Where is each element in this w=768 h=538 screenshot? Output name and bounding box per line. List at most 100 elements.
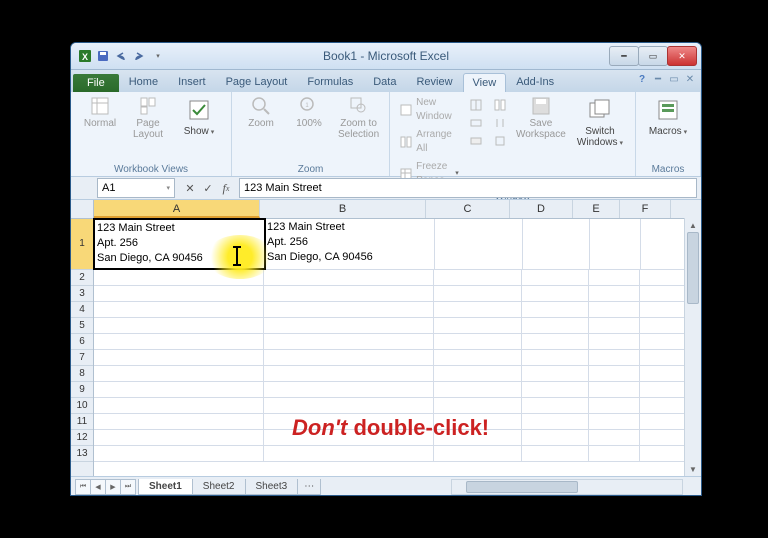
cell-e1[interactable] xyxy=(590,219,641,269)
tab-nav-prev-button[interactable]: ◀ xyxy=(90,479,106,495)
new-sheet-button[interactable]: ⋯ xyxy=(297,479,321,495)
tab-data[interactable]: Data xyxy=(363,72,406,92)
page-layout-button[interactable]: Page Layout xyxy=(125,94,171,142)
sync-scroll-button[interactable] xyxy=(489,114,511,132)
save-workspace-button[interactable]: Save Workspace xyxy=(513,94,569,142)
insert-function-button[interactable]: fx xyxy=(217,179,235,197)
maximize-button[interactable]: ▭ xyxy=(638,46,668,66)
svg-text:1: 1 xyxy=(305,103,309,109)
switch-windows-button[interactable]: Switch Windows xyxy=(571,94,629,151)
cell-a1[interactable]: 123 Main Street Apt. 256 San Diego, CA 9… xyxy=(93,218,266,270)
show-icon xyxy=(185,96,213,124)
name-box[interactable]: A1 xyxy=(97,178,175,198)
sheet-tab-1[interactable]: Sheet1 xyxy=(138,479,193,495)
col-header-e[interactable]: E xyxy=(573,200,620,218)
col-header-a[interactable]: A xyxy=(94,200,260,218)
group-macros: Macros Macros xyxy=(636,92,701,176)
row-header-11[interactable]: 11 xyxy=(71,414,93,430)
reset-position-button[interactable] xyxy=(489,132,511,150)
unhide-button[interactable] xyxy=(465,132,487,150)
row-header-6[interactable]: 6 xyxy=(71,334,93,350)
normal-view-button[interactable]: Normal xyxy=(77,94,123,131)
macros-icon xyxy=(654,96,682,124)
unhide-icon xyxy=(469,134,483,148)
zoom-button[interactable]: Zoom xyxy=(238,94,284,131)
tab-review[interactable]: Review xyxy=(406,72,462,92)
redo-icon[interactable] xyxy=(131,48,147,64)
group-label-views: Workbook Views xyxy=(77,163,225,176)
mdi-minimize-button[interactable]: ━ xyxy=(651,72,665,86)
split-button[interactable] xyxy=(465,96,487,114)
horizontal-scroll-thumb[interactable] xyxy=(466,481,578,493)
scroll-up-icon[interactable]: ▲ xyxy=(685,218,701,232)
row-header-12[interactable]: 12 xyxy=(71,430,93,446)
show-button[interactable]: Show xyxy=(173,94,225,140)
zoom-100-icon: 1 xyxy=(299,96,319,116)
cancel-edit-button[interactable]: ✕ xyxy=(181,179,199,197)
formula-input[interactable]: 123 Main Street xyxy=(239,178,697,198)
zoom-100-button[interactable]: 1100% xyxy=(286,94,332,131)
new-window-button[interactable]: New Window xyxy=(396,94,463,126)
row-header-5[interactable]: 5 xyxy=(71,318,93,334)
tab-home[interactable]: Home xyxy=(119,72,168,92)
tab-page-layout[interactable]: Page Layout xyxy=(216,72,298,92)
col-header-b[interactable]: B xyxy=(260,200,426,218)
group-zoom: Zoom 1100% Zoom to Selection Zoom xyxy=(232,92,390,176)
tab-nav-first-button[interactable]: ⏮ xyxy=(75,479,91,495)
hide-button[interactable] xyxy=(465,114,487,132)
close-button[interactable]: ✕ xyxy=(667,46,697,66)
scroll-down-icon[interactable]: ▼ xyxy=(685,462,701,476)
row-header-1[interactable]: 1 xyxy=(71,219,93,270)
tab-view[interactable]: View xyxy=(463,73,507,92)
side-by-side-button[interactable] xyxy=(489,96,511,114)
cells-grid[interactable]: 123 Main Street Apt. 256 San Diego, CA 9… xyxy=(94,219,701,476)
col-header-f[interactable]: F xyxy=(620,200,671,218)
tab-nav-next-button[interactable]: ▶ xyxy=(105,479,121,495)
col-header-d[interactable]: D xyxy=(510,200,573,218)
row-header-8[interactable]: 8 xyxy=(71,366,93,382)
zoom-selection-icon xyxy=(349,96,369,116)
tab-nav-last-button[interactable]: ⏭ xyxy=(120,479,136,495)
save-icon[interactable] xyxy=(95,48,111,64)
horizontal-scrollbar[interactable] xyxy=(451,479,683,495)
undo-icon[interactable] xyxy=(113,48,129,64)
tab-formulas[interactable]: Formulas xyxy=(297,72,363,92)
sheet-tab-2[interactable]: Sheet2 xyxy=(192,479,246,495)
mdi-close-button[interactable]: ✕ xyxy=(683,72,697,86)
excel-icon: X xyxy=(77,48,93,64)
row-header-7[interactable]: 7 xyxy=(71,350,93,366)
sheet-tabs-bar: ⏮ ◀ ▶ ⏭ Sheet1 Sheet2 Sheet3 ⋯ xyxy=(71,476,701,496)
row-header-2[interactable]: 2 xyxy=(71,270,93,286)
minimize-button[interactable]: ━ xyxy=(609,46,639,66)
cell-c1[interactable] xyxy=(435,219,523,269)
zoom-icon xyxy=(251,96,271,116)
tab-addins[interactable]: Add-Ins xyxy=(506,72,564,92)
mdi-restore-button[interactable]: ▭ xyxy=(667,72,681,86)
row-header-3[interactable]: 3 xyxy=(71,286,93,302)
cell-d1[interactable] xyxy=(523,219,590,269)
tab-file[interactable]: File xyxy=(73,74,119,92)
side-by-side-icon xyxy=(493,98,507,112)
sheet-tab-3[interactable]: Sheet3 xyxy=(245,479,299,495)
normal-view-icon xyxy=(90,96,110,116)
window-title: Book1 - Microsoft Excel xyxy=(323,49,449,63)
arrange-all-button[interactable]: Arrange All xyxy=(396,126,463,158)
hide-icon xyxy=(469,116,483,130)
tab-insert[interactable]: Insert xyxy=(168,72,216,92)
vertical-scrollbar[interactable]: ▲ ▼ xyxy=(684,218,701,476)
row-header-9[interactable]: 9 xyxy=(71,382,93,398)
macros-button[interactable]: Macros xyxy=(642,94,694,140)
select-all-corner[interactable] xyxy=(71,200,94,219)
zoom-selection-button[interactable]: Zoom to Selection xyxy=(334,94,383,142)
cell-b1[interactable]: 123 Main Street Apt. 256 San Diego, CA 9… xyxy=(265,219,435,269)
row-header-4[interactable]: 4 xyxy=(71,302,93,318)
row-header-13[interactable]: 13 xyxy=(71,446,93,462)
row-header-10[interactable]: 10 xyxy=(71,398,93,414)
switch-windows-icon xyxy=(586,96,614,124)
col-header-c[interactable]: C xyxy=(426,200,510,218)
vertical-scroll-thumb[interactable] xyxy=(687,232,699,304)
qat-dropdown-icon[interactable] xyxy=(149,48,165,64)
save-workspace-icon xyxy=(531,96,551,116)
enter-edit-button[interactable]: ✓ xyxy=(199,179,217,197)
help-icon[interactable]: ? xyxy=(635,72,649,86)
